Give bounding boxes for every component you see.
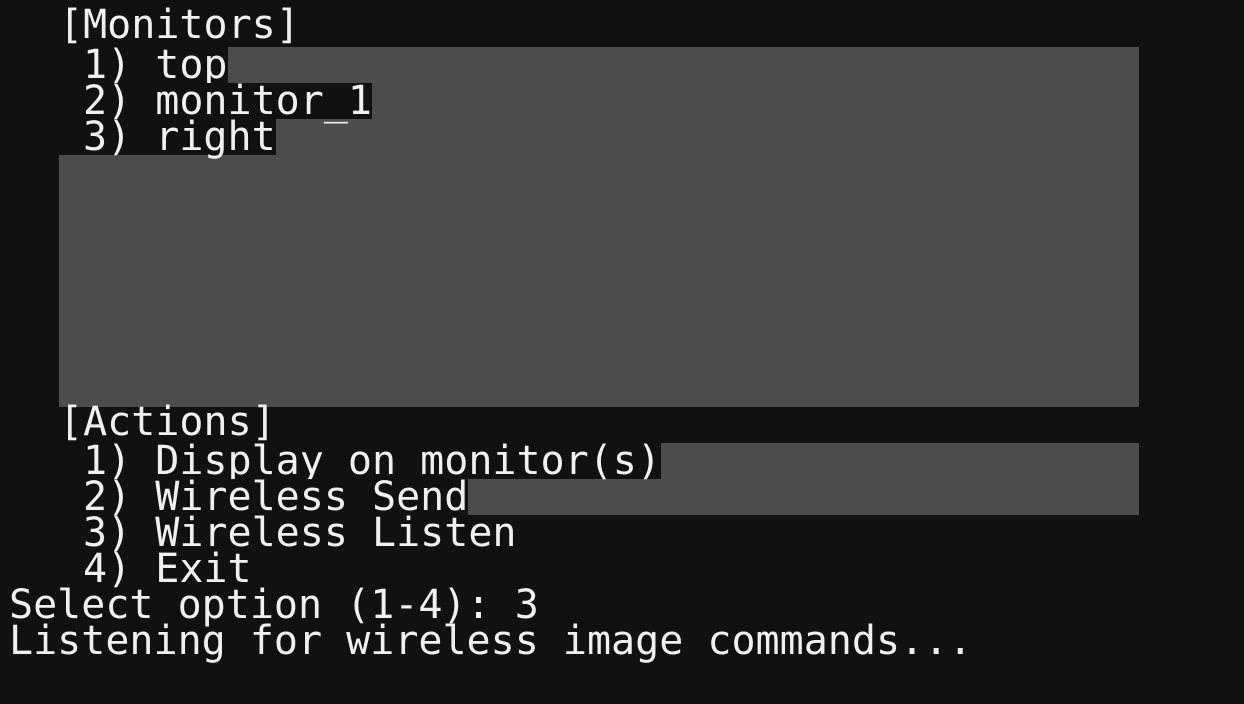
status-message: Listening for wireless image commands... — [9, 618, 973, 664]
monitors-list-panel[interactable]: 1) top 2) monitor_1 3) right — [59, 45, 1139, 407]
monitor-option-right[interactable]: 3) right — [59, 117, 276, 157]
actions-header: [Actions] — [59, 399, 276, 445]
actions-list-panel[interactable]: 1) Display on monitor(s) 2) Wireless Sen… — [59, 441, 1139, 517]
monitors-header: [Monitors] — [59, 2, 300, 48]
terminal-screen: [Monitors] 1) top 2) monitor_1 3) right … — [0, 0, 1244, 704]
